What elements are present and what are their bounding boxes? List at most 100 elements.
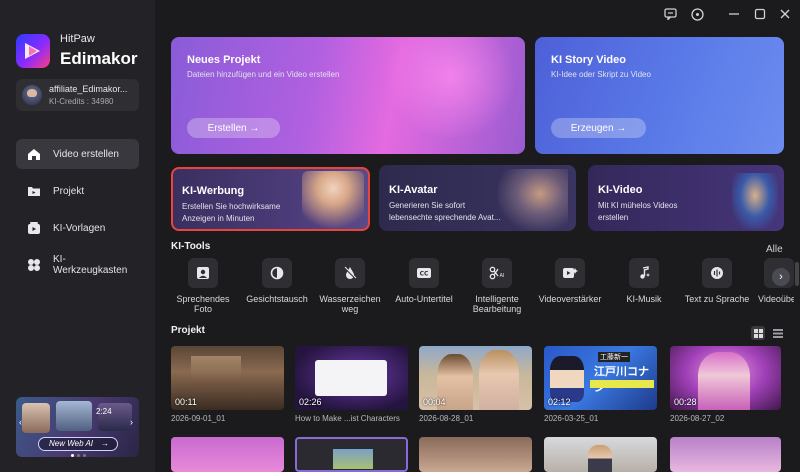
tool-sprechendes-foto[interactable]: Sprechendes Foto [166,258,240,314]
erstellen-button[interactable]: Erstellen → [187,118,280,138]
text-to-speech-icon [702,258,732,288]
project-thumbnail[interactable] [419,437,532,472]
project-thumbnail[interactable] [171,437,284,472]
tool-videoverstaerker[interactable]: Videoverstärker [533,258,607,304]
avatar-person-image [498,169,568,231]
carousel-dots [71,454,86,457]
tool-label: weg [341,304,359,314]
sidebar: HitPaw Edimakor affiliate_Edimakor... KI… [0,0,155,472]
promo-small-text: 2:24 [96,407,112,416]
nav-label: KI-Vorlagen [53,222,106,234]
tool-ki-musik[interactable]: KI-Musik [607,258,681,304]
anime-top-text: 工藤新一 [598,352,630,362]
info-icon[interactable] [690,7,704,21]
promo-button[interactable]: New Web AI → [38,437,118,451]
promo-next-icon[interactable]: › [130,417,139,431]
nav-item-projekt[interactable]: Projekt [16,176,139,206]
feedback-icon[interactable] [663,7,677,21]
list-view-icon[interactable] [771,326,785,340]
promo-text: New Web AI [49,439,94,448]
card-subtitle: Anzeigen in Minuten [182,214,255,223]
anime-title-text: 江戸川コナン [594,366,649,394]
card-subtitle: Erstellen Sie hochwirksame [182,202,281,211]
card-subtitle: Generieren Sie sofort [389,201,466,210]
project-thumbnail[interactable]: 00:04 [419,346,532,410]
music-icon [629,258,659,288]
avatar [22,85,42,105]
card-subtitle: Mit KI mühelos Videos [598,201,678,210]
close-icon[interactable] [778,7,792,21]
ki-avatar-card[interactable]: KI-Avatar Generieren Sie sofort lebensec… [379,165,576,231]
project-thumbnail[interactable]: 00:28 [670,346,781,410]
tool-label: Gesichtstausch [246,294,308,304]
scrollbar[interactable] [794,0,800,472]
tool-label: Auto-Untertitel [395,294,453,304]
tool-text-zu-sprache[interactable]: Text zu Sprache [680,258,754,304]
project-duration: 02:26 [299,397,322,407]
card-subtitle: erstellen [598,213,629,222]
talking-photo-icon [188,258,218,288]
tool-label: Videoverstärker [538,294,602,304]
project-duration: 00:11 [175,397,197,407]
ki-werbung-card[interactable]: KI-Werbung Erstellen Sie hochwirksame An… [171,167,370,231]
project-thumbnail[interactable] [670,437,781,472]
tool-label: Videoüber [758,294,799,304]
nav-item-ki-werkzeugkasten[interactable]: KI-Werkzeugkasten [16,250,139,280]
account-card[interactable]: affiliate_Edimakor... KI-Credits : 34980 [16,79,139,111]
project-thumbnail[interactable] [295,437,408,472]
project-name[interactable]: 2026-09-01_01 [171,414,225,423]
template-icon [27,221,41,235]
card-title: KI-Werbung [182,185,245,197]
project-duration: 02:12 [548,397,571,407]
tool-label: Intelligente [475,294,519,304]
projekt-heading: Projekt [171,325,205,336]
card-title: Neues Projekt [187,54,261,66]
promo-prev-icon[interactable]: ‹ [19,417,29,431]
ki-story-video-card[interactable]: KI Story Video KI-Idee oder Skript zu Vi… [535,37,784,154]
tool-label: Text zu Sprache [684,294,750,304]
nav-item-ki-vorlagen[interactable]: KI-Vorlagen [16,213,139,243]
tools-scroll-right-icon[interactable]: › [772,268,790,286]
card-subtitle: Dateien hinzufügen und ein Video erstell… [187,70,340,79]
project-duration: 00:28 [674,397,697,407]
nav-label: KI-Werkzeugkasten [53,254,128,276]
home-icon [27,147,41,161]
nav-item-video-erstellen[interactable]: Video erstellen [16,139,139,169]
erzeugen-button[interactable]: Erzeugen → [551,118,646,138]
project-thumbnail[interactable] [544,437,657,472]
account-name: affiliate_Edimakor... [49,84,128,94]
project-name[interactable]: 2026-03-25_01 [544,414,598,423]
tool-label: Sprechendes [176,294,230,304]
tool-intelligente-bearbeitung[interactable]: AI Intelligente Bearbeitung [460,258,534,314]
tool-label: Wasserzeichen [319,294,381,304]
tool-auto-untertitel[interactable]: CC Auto-Untertitel [387,258,461,304]
tool-label: Foto [193,304,212,314]
card-subtitle: lebensechte sprechende Avat... [389,213,501,222]
app-logo [16,34,50,68]
card-subtitle: KI-Idee oder Skript zu Video [551,70,651,79]
svg-text:CC: CC [420,271,429,278]
new-project-card[interactable]: Neues Projekt Dateien hinzufügen und ein… [171,37,525,154]
toolbox-icon [27,258,41,272]
minimize-icon[interactable] [727,7,741,21]
brand-name: Edimakor [60,49,138,68]
watermark-remove-icon [335,258,365,288]
nav-label: Video erstellen [53,148,119,160]
project-thumbnail[interactable]: 02:26 [295,346,408,410]
tool-wasserzeichen-weg[interactable]: Wasserzeichen weg [313,258,387,314]
all-tools-link[interactable]: Alle [766,244,783,255]
project-thumbnail[interactable]: 00:11 [171,346,284,410]
project-name[interactable]: 2026-08-27_02 [670,414,724,423]
project-duration: 00:04 [423,397,446,407]
scrollbar-thumb[interactable] [795,262,799,286]
project-thumbnail[interactable]: 工藤新一 江戸川コナン 02:12 [544,346,657,410]
tool-gesichtstausch[interactable]: Gesichtstausch [240,258,314,304]
brand-name-top: HitPaw [60,33,95,45]
project-name[interactable]: How to Make ...ist Characters [295,414,408,423]
project-name[interactable]: 2026-08-28_01 [419,414,473,423]
grid-view-icon[interactable] [751,326,765,340]
promo-banner[interactable]: 2:24 ‹ › New Web AI → [16,397,139,457]
ki-video-card[interactable]: KI-Video Mit KI mühelos Videos erstellen [588,165,784,231]
maximize-icon[interactable] [753,7,767,21]
promo-image [56,401,92,431]
